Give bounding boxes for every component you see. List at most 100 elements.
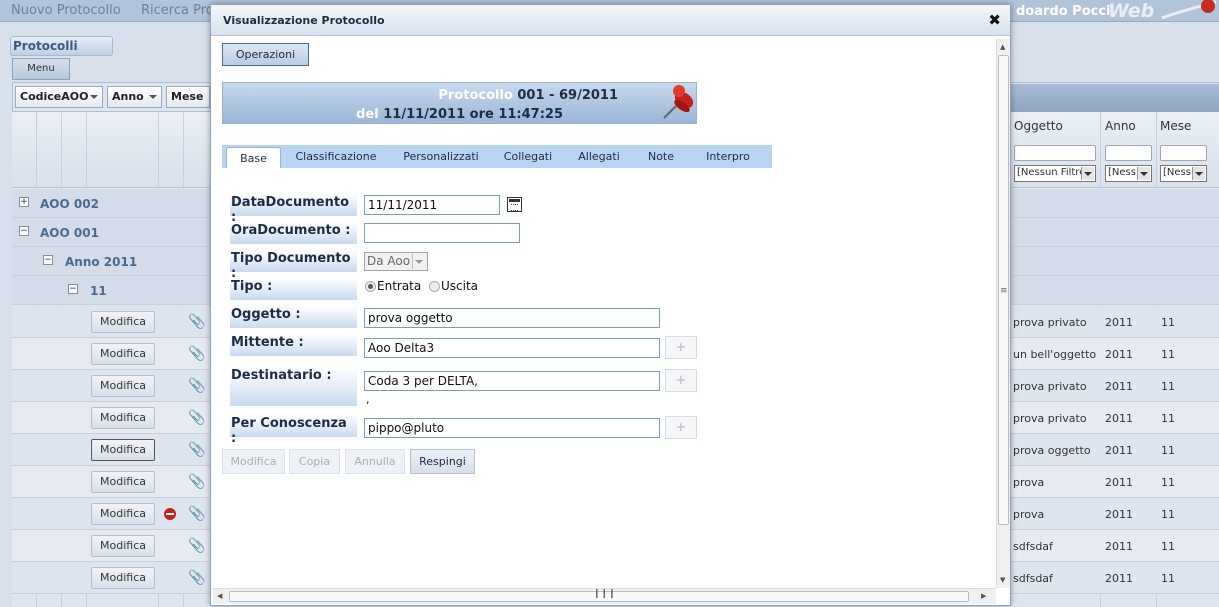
- ora-documento-input[interactable]: [364, 223, 520, 243]
- per-conoscenza-label: Per Conoscenza :: [230, 415, 357, 446]
- operazioni-button[interactable]: Operazioni: [222, 43, 309, 66]
- tab-classificazione[interactable]: Classificazione: [292, 145, 380, 168]
- group-label: AOO 001: [40, 226, 99, 240]
- cell-mese: 11: [1161, 476, 1175, 489]
- mittente-label: Mittente :: [230, 334, 357, 356]
- destinatario-input[interactable]: [364, 371, 660, 391]
- radio-entrata[interactable]: [365, 281, 376, 292]
- tab-note[interactable]: Note: [647, 145, 675, 168]
- modifica-row-button[interactable]: Modifica: [91, 343, 155, 365]
- tab-interpro[interactable]: Interpro: [702, 145, 754, 168]
- attachment-icon[interactable]: 📎: [188, 378, 205, 394]
- radio-uscita[interactable]: [429, 281, 440, 292]
- anno-filter-input[interactable]: [1105, 145, 1152, 161]
- anno-filter-select[interactable]: [Ness: [1105, 165, 1152, 182]
- codice-aoo-filter[interactable]: CodiceAOO: [15, 86, 103, 108]
- cell-oggetto: prova privato: [1013, 412, 1087, 425]
- horizontal-scrollbar[interactable]: ◀ ❙❙❙ ▶: [213, 588, 996, 604]
- copia-button[interactable]: Copia: [289, 449, 340, 474]
- menu-button[interactable]: Menu: [12, 58, 70, 80]
- collapse-icon[interactable]: −: [43, 255, 53, 265]
- calendar-icon[interactable]: [507, 197, 522, 212]
- chevron-down-icon: [149, 95, 157, 99]
- anno-label: Anno: [112, 90, 144, 103]
- close-icon[interactable]: ✖: [988, 11, 1001, 29]
- tab-personalizzati[interactable]: Personalizzati: [402, 145, 480, 168]
- tipo-documento-select[interactable]: Da Aoo: [364, 252, 428, 271]
- mese-filter[interactable]: Mese: [166, 86, 210, 108]
- attachment-icon[interactable]: 📎: [188, 314, 205, 330]
- modifica-row-button[interactable]: Modifica: [91, 407, 155, 429]
- cell-oggetto: prova: [1013, 476, 1045, 489]
- scroll-down-icon[interactable]: ▼: [1000, 576, 1005, 584]
- attachment-icon[interactable]: 📎: [188, 474, 205, 490]
- vertical-scrollbar[interactable]: ▲ ≡ ▼: [996, 39, 1010, 588]
- cell-anno: 2011: [1105, 380, 1133, 393]
- attachment-icon[interactable]: 📎: [188, 570, 205, 586]
- add-mittente-button[interactable]: +: [665, 336, 697, 359]
- tipo-documento-value: Da Aoo: [367, 254, 411, 268]
- tab-base[interactable]: Base: [226, 147, 281, 168]
- per-conoscenza-input[interactable]: [364, 418, 660, 438]
- collapse-icon[interactable]: −: [68, 284, 78, 294]
- oggetto-filter-select[interactable]: [Nessun Filtro: [1014, 165, 1096, 182]
- expand-icon[interactable]: +: [19, 197, 29, 207]
- column-header-mese[interactable]: Mese: [1160, 119, 1191, 133]
- chevron-down-icon: [90, 95, 98, 99]
- chevron-down-icon: [1081, 167, 1094, 180]
- modifica-row-button[interactable]: Modifica: [91, 311, 155, 333]
- modifica-row-button[interactable]: Modifica: [91, 471, 155, 493]
- dialog-title-bar[interactable]: Visualizzazione Protocollo ✖: [211, 5, 1010, 36]
- dart-logo-icon: [1161, 0, 1217, 20]
- add-destinatario-button[interactable]: +: [665, 369, 697, 392]
- annulla-button[interactable]: Annulla: [345, 449, 405, 474]
- scroll-left-icon[interactable]: ◀: [217, 592, 222, 600]
- collapse-icon[interactable]: −: [19, 226, 29, 236]
- cell-anno: 2011: [1105, 348, 1133, 361]
- oggetto-input[interactable]: [364, 308, 660, 328]
- grid-header-band: [1010, 84, 1219, 112]
- respingi-button[interactable]: Respingi: [410, 449, 475, 474]
- attachment-icon[interactable]: 📎: [188, 538, 205, 554]
- group-label: 11: [90, 284, 107, 298]
- nav-nuovo-protocollo[interactable]: Nuovo Protocollo: [11, 3, 121, 18]
- anno-filter-value: [Ness: [1108, 167, 1136, 178]
- cell-oggetto: sdfsdaf: [1013, 540, 1053, 553]
- modifica-row-button[interactable]: Modifica: [91, 439, 155, 461]
- attachment-icon[interactable]: 📎: [188, 346, 205, 362]
- mese-filter-select[interactable]: [Ness: [1160, 165, 1207, 182]
- anno-filter[interactable]: Anno: [107, 86, 162, 108]
- add-conoscenza-button[interactable]: +: [665, 416, 697, 439]
- column-header-oggetto[interactable]: Oggetto: [1014, 119, 1063, 133]
- mittente-input[interactable]: [364, 338, 660, 358]
- annulled-icon: [164, 508, 176, 520]
- column-header-anno[interactable]: Anno: [1105, 119, 1136, 133]
- scroll-up-icon[interactable]: ▲: [1000, 43, 1005, 51]
- attachment-icon[interactable]: 📎: [188, 442, 205, 458]
- data-documento-input[interactable]: [364, 195, 500, 215]
- oggetto-filter-input[interactable]: [1014, 145, 1096, 161]
- modifica-row-button[interactable]: Modifica: [91, 375, 155, 397]
- protocol-number-line: Protocollo 001 - 69/2011: [223, 88, 618, 103]
- nav-ricerca-protocollo[interactable]: Ricerca Pro: [141, 3, 214, 18]
- mese-filter-input[interactable]: [1160, 145, 1207, 161]
- attachment-icon[interactable]: 📎: [188, 410, 205, 426]
- destinatario-label: Destinatario :: [230, 367, 357, 406]
- modifica-button[interactable]: Modifica: [222, 449, 285, 474]
- cell-oggetto: sdfsdaf: [1013, 572, 1053, 585]
- tab-allegati[interactable]: Allegati: [577, 145, 621, 168]
- modifica-row-button[interactable]: Modifica: [91, 503, 155, 525]
- cell-oggetto: prova oggetto: [1013, 444, 1091, 457]
- ora-documento-label: OraDocumento :: [230, 222, 357, 244]
- scroll-right-icon[interactable]: ▶: [981, 592, 986, 600]
- modifica-row-button[interactable]: Modifica: [91, 535, 155, 557]
- user-name: doardo Pocci: [1016, 4, 1111, 19]
- attachment-icon[interactable]: 📎: [188, 506, 205, 522]
- modifica-row-button[interactable]: Modifica: [91, 567, 155, 589]
- grip-icon: ❙❙❙: [593, 589, 616, 599]
- group-label: AOO 002: [40, 197, 99, 211]
- destinatario-extra: ,: [366, 393, 370, 406]
- cell-mese: 11: [1161, 444, 1175, 457]
- tab-collegati[interactable]: Collegati: [502, 145, 554, 168]
- cell-oggetto: prova privato: [1013, 380, 1087, 393]
